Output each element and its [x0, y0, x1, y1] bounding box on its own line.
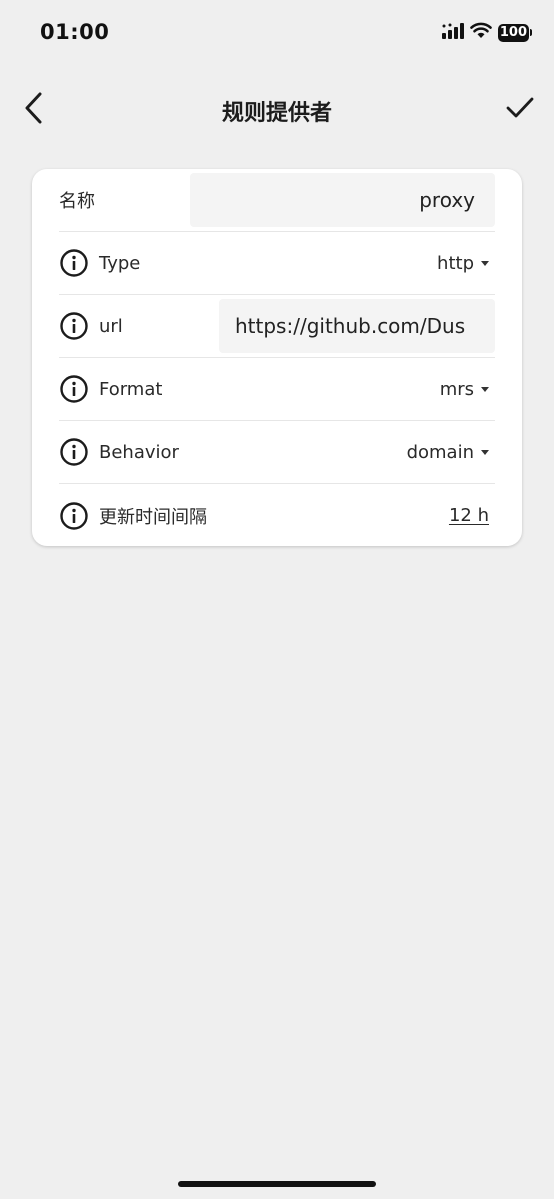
behavior-label: Behavior	[99, 441, 179, 463]
name-input[interactable]: proxy	[190, 173, 495, 227]
url-row: url https://github.com/Dus	[59, 295, 495, 358]
wifi-icon	[470, 22, 492, 43]
status-icons: 100	[441, 22, 532, 43]
type-value: http	[437, 252, 474, 274]
format-select[interactable]: mrs	[440, 358, 489, 420]
interval-value[interactable]: 12 h	[449, 484, 489, 546]
format-label: Format	[99, 378, 163, 400]
format-value: mrs	[439, 378, 474, 400]
caret-down-icon	[481, 449, 489, 455]
info-circle-icon[interactable]	[59, 248, 89, 278]
name-row: 名称 proxy	[59, 169, 495, 232]
interval-row: 更新时间间隔 12 h	[59, 484, 495, 547]
checkmark-icon	[505, 96, 535, 124]
type-label: Type	[99, 252, 141, 274]
url-label: url	[99, 315, 123, 337]
status-bar: 01:00 100	[0, 0, 554, 68]
info-circle-icon[interactable]	[59, 374, 89, 404]
info-circle-icon[interactable]	[59, 501, 89, 531]
behavior-select[interactable]: domain	[407, 421, 489, 483]
battery-icon: 100	[497, 23, 532, 42]
confirm-button[interactable]	[502, 92, 538, 128]
interval-label: 更新时间间隔	[99, 506, 207, 528]
behavior-value: domain	[406, 441, 474, 463]
info-circle-icon[interactable]	[59, 311, 89, 341]
rule-provider-form: 名称 proxy Type http url https://github.co…	[32, 169, 522, 546]
battery-level: 100	[497, 23, 529, 42]
url-input[interactable]: https://github.com/Dus	[219, 299, 495, 353]
caret-down-icon	[481, 260, 489, 266]
page-title: 规则提供者	[221, 101, 332, 126]
type-row: Type http	[59, 232, 495, 295]
behavior-row: Behavior domain	[59, 421, 495, 484]
cellular-signal-icon	[441, 22, 464, 43]
format-row: Format mrs	[59, 358, 495, 421]
home-indicator	[178, 1181, 376, 1187]
caret-down-icon	[481, 386, 489, 392]
info-circle-icon[interactable]	[59, 437, 89, 467]
name-label: 名称	[59, 191, 95, 212]
status-time: 01:00	[40, 20, 110, 44]
app-bar: 规则提供者	[0, 76, 554, 146]
type-select[interactable]: http	[437, 232, 489, 294]
